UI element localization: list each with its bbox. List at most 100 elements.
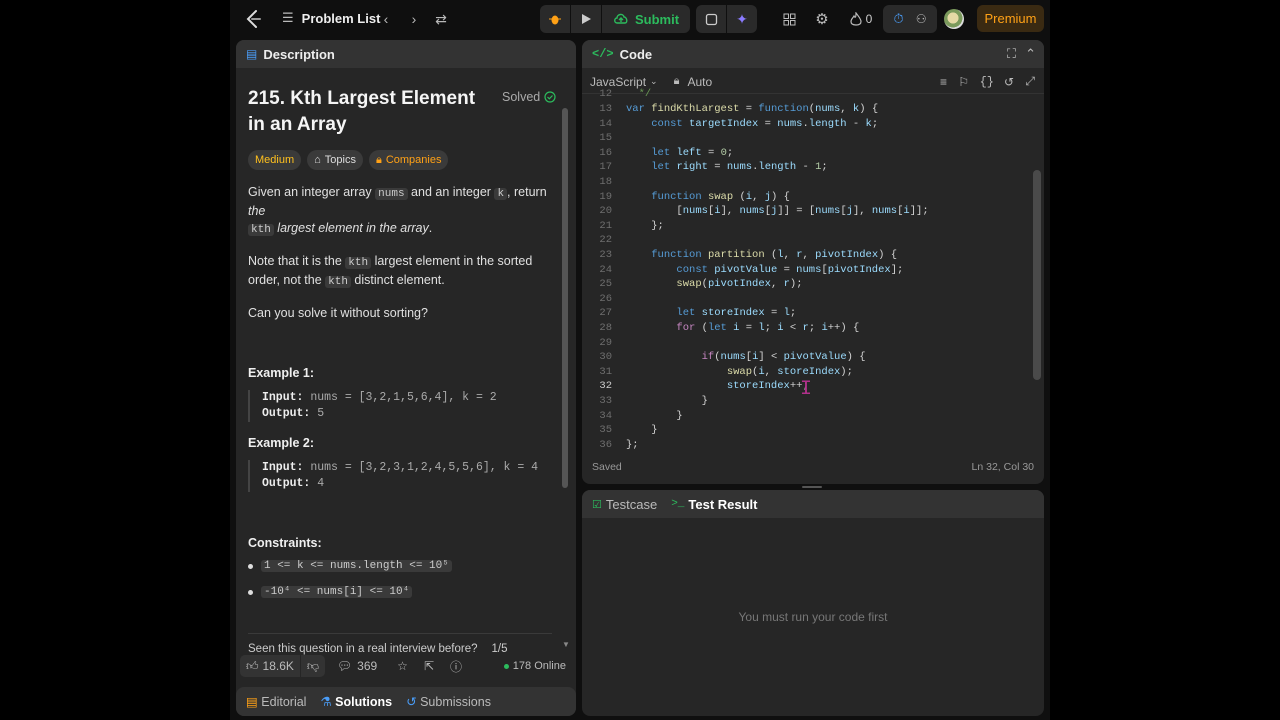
chevron-down-icon: ⌄ <box>650 76 658 86</box>
premium-button[interactable]: Premium <box>977 5 1044 32</box>
bullet <box>248 563 253 569</box>
history-icon: ↺ <box>406 695 417 709</box>
problem-list-button[interactable]: ☰ Problem List <box>282 10 380 26</box>
output-label: Output: <box>262 407 311 420</box>
avatar[interactable] <box>944 9 964 29</box>
check-circle-icon <box>544 91 556 103</box>
flame-icon <box>850 12 862 26</box>
code-line: 17 let right = nums.length - 1; <box>599 161 828 174</box>
cloud-upload-icon <box>614 13 628 24</box>
dislike-button[interactable]: 👎︎ <box>300 655 325 677</box>
settings-gear-icon[interactable]: ⚙ <box>809 5 835 33</box>
constraint-text: -10⁴ <= nums[i] <= 10⁴ <box>261 586 413 598</box>
example1-title: Example 1: <box>248 366 315 380</box>
streak-counter[interactable]: 0 <box>841 5 881 33</box>
layout-icon[interactable] <box>776 5 802 33</box>
code-line: 12 */ <box>599 88 652 101</box>
tab-submissions[interactable]: ↺ Submissions <box>406 694 491 709</box>
notes-icon[interactable] <box>696 5 726 33</box>
code-header: </> Code ⛶ ⌃ <box>582 40 1044 68</box>
bullet <box>248 589 253 595</box>
text: and an integer <box>407 185 495 199</box>
tab-test-result[interactable]: Test Result <box>688 497 757 512</box>
tab-testcase[interactable]: Testcase <box>606 497 657 512</box>
submit-button[interactable]: Submit <box>602 5 690 33</box>
share-icon[interactable]: ⇱ <box>424 659 434 673</box>
tab-solutions[interactable]: ⚗ Solutions <box>320 694 392 709</box>
tab-submissions-label: Submissions <box>420 695 491 709</box>
tag-icon: ⌂ <box>314 154 321 166</box>
code-panel: </> Code ⛶ ⌃ JavaScript ⌄ 🔒︎ Auto ≡ ⚐ {} … <box>582 40 1044 484</box>
divider <box>248 633 552 634</box>
code-editor[interactable]: 12 */ 13 var findKthLargest = function(nu… <box>582 88 1044 451</box>
like-button[interactable]: 👍︎ 18.6K <box>240 655 300 677</box>
code-line: 16 let left = 0; <box>599 147 734 160</box>
followup-paragraph: Can you solve it without sorting? <box>248 306 428 320</box>
scroll-down-icon[interactable]: ▼ <box>562 640 570 649</box>
code-line: 18 <box>599 176 612 189</box>
cursor-position: Ln 32, Col 30 <box>971 461 1034 473</box>
constraint-item: 1 <= k <= nums.length <= 10⁵ <box>248 560 564 572</box>
code-line: 15 <box>599 132 612 145</box>
code-line: 21 }; <box>599 220 664 233</box>
problem-list-label: Problem List <box>301 10 381 26</box>
constraint-item: -10⁴ <= nums[i] <= 10⁴ <box>248 586 564 598</box>
like-count: 18.6K <box>262 659 294 673</box>
resize-handle[interactable] <box>802 486 822 488</box>
top-nav: ☰ Problem List ‹ › ⇄ Submit ✦ ⚙ 0 ⏱ ⚇ Pr… <box>230 0 1050 38</box>
prev-problem-icon[interactable]: ‹ <box>377 10 395 28</box>
seen-question-row: Seen this question in a real interview b… <box>248 643 508 655</box>
add-user-icon[interactable]: ⚇ <box>916 12 927 26</box>
tab-description[interactable]: Description <box>263 47 335 62</box>
code-line: 34 } <box>599 410 683 423</box>
text: largest element in the array <box>273 221 429 235</box>
companies-tag[interactable]: 🔒︎ Companies <box>368 150 449 170</box>
comments-button[interactable]: 💬︎ 369 <box>337 659 377 673</box>
problem-statement: Given an integer array nums and an integ… <box>248 184 564 239</box>
online-status: 178 Online <box>503 660 566 672</box>
code-line: 36}; <box>599 439 639 452</box>
output-value: 5 <box>310 407 325 420</box>
tab-editorial[interactable]: ▤ Editorial <box>246 694 306 709</box>
output-label: Output: <box>262 477 311 490</box>
problem-title: 215. Kth Largest Element in an Array <box>248 88 476 135</box>
comment-count: 369 <box>357 659 378 673</box>
problem-tags: Medium ⌂ Topics 🔒︎ Companies <box>248 150 564 170</box>
ai-sparkle-icon[interactable]: ✦ <box>727 5 757 33</box>
run-submit-group: Submit ✦ <box>540 5 757 33</box>
debug-icon[interactable] <box>540 5 570 33</box>
test-panel: ☑ Testcase >_ Test Result You must run y… <box>582 490 1044 716</box>
tab-code[interactable]: Code <box>620 47 653 62</box>
leetcode-logo-icon[interactable] <box>244 9 264 29</box>
comment-icon: 💬︎ <box>336 659 353 673</box>
inline-code: kth <box>345 257 372 269</box>
text: distinct element. <box>350 273 445 287</box>
code-scrollbar[interactable] <box>1033 170 1041 380</box>
input-label: Input: <box>262 461 304 474</box>
timer-icon[interactable]: ⏱ <box>894 11 904 27</box>
text: , return <box>507 185 547 199</box>
code-line: 23 function partition (l, r, pivotIndex)… <box>599 249 898 262</box>
run-button[interactable] <box>571 5 601 33</box>
maximize-icon[interactable]: ⛶ <box>1007 46 1016 62</box>
help-icon[interactable]: ⓘ <box>450 658 462 675</box>
next-problem-icon[interactable]: › <box>405 10 423 28</box>
code-line: 19 function swap (i, j) { <box>599 191 790 204</box>
inline-code: nums <box>375 188 408 200</box>
text: . <box>428 221 433 235</box>
book-icon: ▤ <box>246 695 258 709</box>
collapse-icon[interactable]: ⌃ <box>1025 46 1036 62</box>
description-header: ▤ Description <box>236 40 576 68</box>
note-paragraph: Note that it is the kth largest element … <box>248 253 564 291</box>
example1-block: Input: nums = [3,2,1,5,6,4], k = 2 Outpu… <box>248 390 564 422</box>
description-scrollbar[interactable] <box>562 108 568 488</box>
description-footer: 👍︎ 18.6K 👎︎ 💬︎ 369 ☆ ⇱ ⓘ 178 Online <box>236 655 576 677</box>
list-icon: ☰ <box>282 10 294 25</box>
shuffle-icon[interactable]: ⇄ <box>432 10 450 28</box>
code-line: 14 const targetIndex = nums.length - k; <box>599 118 879 131</box>
thumbs-down-icon: 👎︎ <box>306 658 319 673</box>
star-icon[interactable]: ☆ <box>397 659 408 673</box>
timer-collab-group: ⏱ ⚇ <box>883 5 937 33</box>
lock-icon: 🔒︎ <box>375 153 382 166</box>
topics-tag[interactable]: ⌂ Topics <box>307 150 363 170</box>
